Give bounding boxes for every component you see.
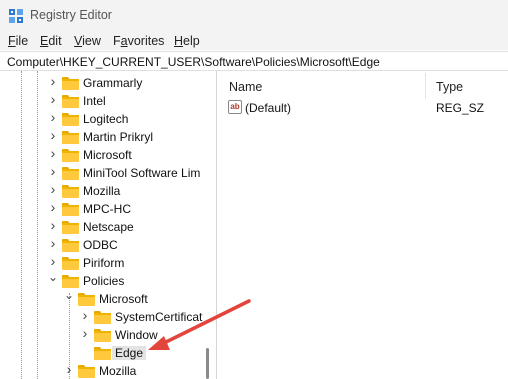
tree-item[interactable]: › MiniTool Software Lim: [0, 164, 216, 182]
chevron-right-icon[interactable]: ›: [48, 74, 58, 88]
chevron-right-icon[interactable]: ›: [48, 164, 58, 178]
tree-item-label: SystemCertificat: [115, 310, 203, 324]
tree-item-label: Microsoft: [99, 292, 148, 306]
tree-item-label: Mozilla: [99, 364, 137, 378]
tree-scrollbar-thumb[interactable]: [206, 348, 209, 379]
tree-item-label: Microsoft: [83, 148, 132, 162]
chevron-down-icon[interactable]: ⌄: [64, 289, 74, 301]
menu-favorites-label: vorites: [127, 34, 165, 48]
tree-item-label: Mozilla: [83, 184, 121, 198]
tree-item[interactable]: › Piriform: [0, 254, 216, 272]
folder-icon: [94, 347, 111, 360]
folder-icon: [62, 95, 79, 108]
tree-item-label: Logitech: [83, 112, 129, 126]
chevron-down-icon[interactable]: ⌄: [48, 271, 58, 283]
values-list[interactable]: Name Type ab (Default) REG_SZ: [218, 71, 508, 379]
tree-item[interactable]: › Grammarly: [0, 74, 216, 92]
chevron-right-icon[interactable]: ›: [48, 128, 58, 142]
chevron-right-icon[interactable]: ›: [48, 182, 58, 196]
chevron-right-icon[interactable]: ›: [48, 146, 58, 160]
folder-icon: [62, 77, 79, 90]
folder-icon: [62, 203, 79, 216]
tree-item[interactable]: Edge: [0, 344, 216, 362]
string-value-icon: ab: [228, 100, 242, 114]
tree-item[interactable]: › Mozilla: [0, 182, 216, 200]
tree-item[interactable]: ⌄ Policies: [0, 271, 216, 290]
folder-icon: [94, 329, 111, 342]
folder-icon: [62, 221, 79, 234]
tree-item[interactable]: › Netscape: [0, 218, 216, 236]
menu-edit[interactable]: Edit: [40, 34, 62, 48]
tree-item[interactable]: › SystemCertificat: [0, 308, 216, 326]
tree-item-label: Martin Prikryl: [83, 130, 154, 144]
column-header-name[interactable]: Name: [229, 80, 262, 94]
address-bar[interactable]: Computer\HKEY_CURRENT_USER\Software\Poli…: [0, 51, 508, 71]
tree-item-label: ODBC: [83, 238, 118, 252]
menu-help[interactable]: Help: [174, 34, 200, 48]
tree-item[interactable]: › Martin Prikryl: [0, 128, 216, 146]
chevron-right-icon[interactable]: ›: [48, 92, 58, 106]
menu-bar: File Edit View Favorites Help: [0, 32, 508, 50]
tree-item[interactable]: › Intel: [0, 92, 216, 110]
chevron-right-icon[interactable]: ›: [80, 326, 90, 340]
menu-edit-label: dit: [48, 34, 62, 48]
tree-item-label: Edge: [112, 346, 147, 360]
menu-view-label: iew: [82, 34, 101, 48]
tree-item[interactable]: › Microsoft: [0, 146, 216, 164]
menu-help-accesskey: H: [174, 34, 184, 48]
tree-item[interactable]: › Mozilla: [0, 362, 216, 379]
folder-icon: [62, 167, 79, 180]
key-tree[interactable]: › Grammarly › Intel › Logitech › Martin Prikryl…: [0, 71, 217, 379]
tree-item-label: MPC-HC: [83, 202, 131, 216]
folder-icon: [62, 239, 79, 252]
folder-icon: [62, 275, 79, 288]
chevron-right-icon[interactable]: ›: [48, 218, 58, 232]
title-bar: Registry Editor: [0, 0, 508, 32]
chevron-right-icon[interactable]: ›: [48, 200, 58, 214]
tree-item[interactable]: › Logitech: [0, 110, 216, 128]
menu-favorites[interactable]: Favorites: [113, 34, 164, 48]
folder-icon: [62, 257, 79, 270]
window-title: Registry Editor: [30, 8, 112, 22]
menu-file-accesskey: F: [8, 34, 16, 48]
folder-icon: [62, 185, 79, 198]
chevron-right-icon[interactable]: ›: [48, 236, 58, 250]
tree-item-label: Piriform: [83, 256, 125, 270]
menu-help-label: elp: [183, 34, 200, 48]
tree-item-label: Intel: [83, 94, 106, 108]
tree-item[interactable]: › Window: [0, 326, 216, 344]
chevron-right-icon[interactable]: ›: [48, 110, 58, 124]
column-header-type[interactable]: Type: [436, 80, 463, 94]
tree-item-label: Window: [115, 328, 158, 342]
folder-icon: [62, 149, 79, 162]
folder-icon: [62, 113, 79, 126]
value-name: (Default): [245, 101, 292, 115]
column-separator[interactable]: [425, 73, 426, 99]
menu-favorites-accesskey: a: [120, 34, 128, 48]
chevron-right-icon[interactable]: ›: [64, 362, 74, 376]
folder-icon: [78, 365, 95, 378]
menu-file-label: ile: [15, 34, 29, 48]
tree-item-label: Netscape: [83, 220, 134, 234]
tree-item-label: Policies: [83, 274, 125, 288]
tree-item[interactable]: › ODBC: [0, 236, 216, 254]
folder-icon: [94, 311, 111, 324]
menu-view-accesskey: V: [74, 34, 83, 48]
tree-item[interactable]: ⌄ Microsoft: [0, 289, 216, 308]
menu-file[interactable]: File: [8, 34, 28, 48]
chevron-right-icon[interactable]: ›: [80, 308, 90, 322]
chevron-right-icon[interactable]: ›: [48, 254, 58, 268]
registry-editor-icon: [9, 9, 23, 23]
menu-favorites-label-start: F: [113, 34, 121, 48]
folder-icon: [62, 131, 79, 144]
address-path: Computer\HKEY_CURRENT_USER\Software\Poli…: [7, 55, 380, 69]
folder-icon: [78, 293, 95, 306]
tree-item-label: MiniTool Software Lim: [83, 166, 201, 180]
tree-item[interactable]: › MPC-HC: [0, 200, 216, 218]
menu-view[interactable]: View: [74, 34, 101, 48]
value-type: REG_SZ: [436, 101, 485, 115]
tree-item-label: Grammarly: [83, 76, 143, 90]
